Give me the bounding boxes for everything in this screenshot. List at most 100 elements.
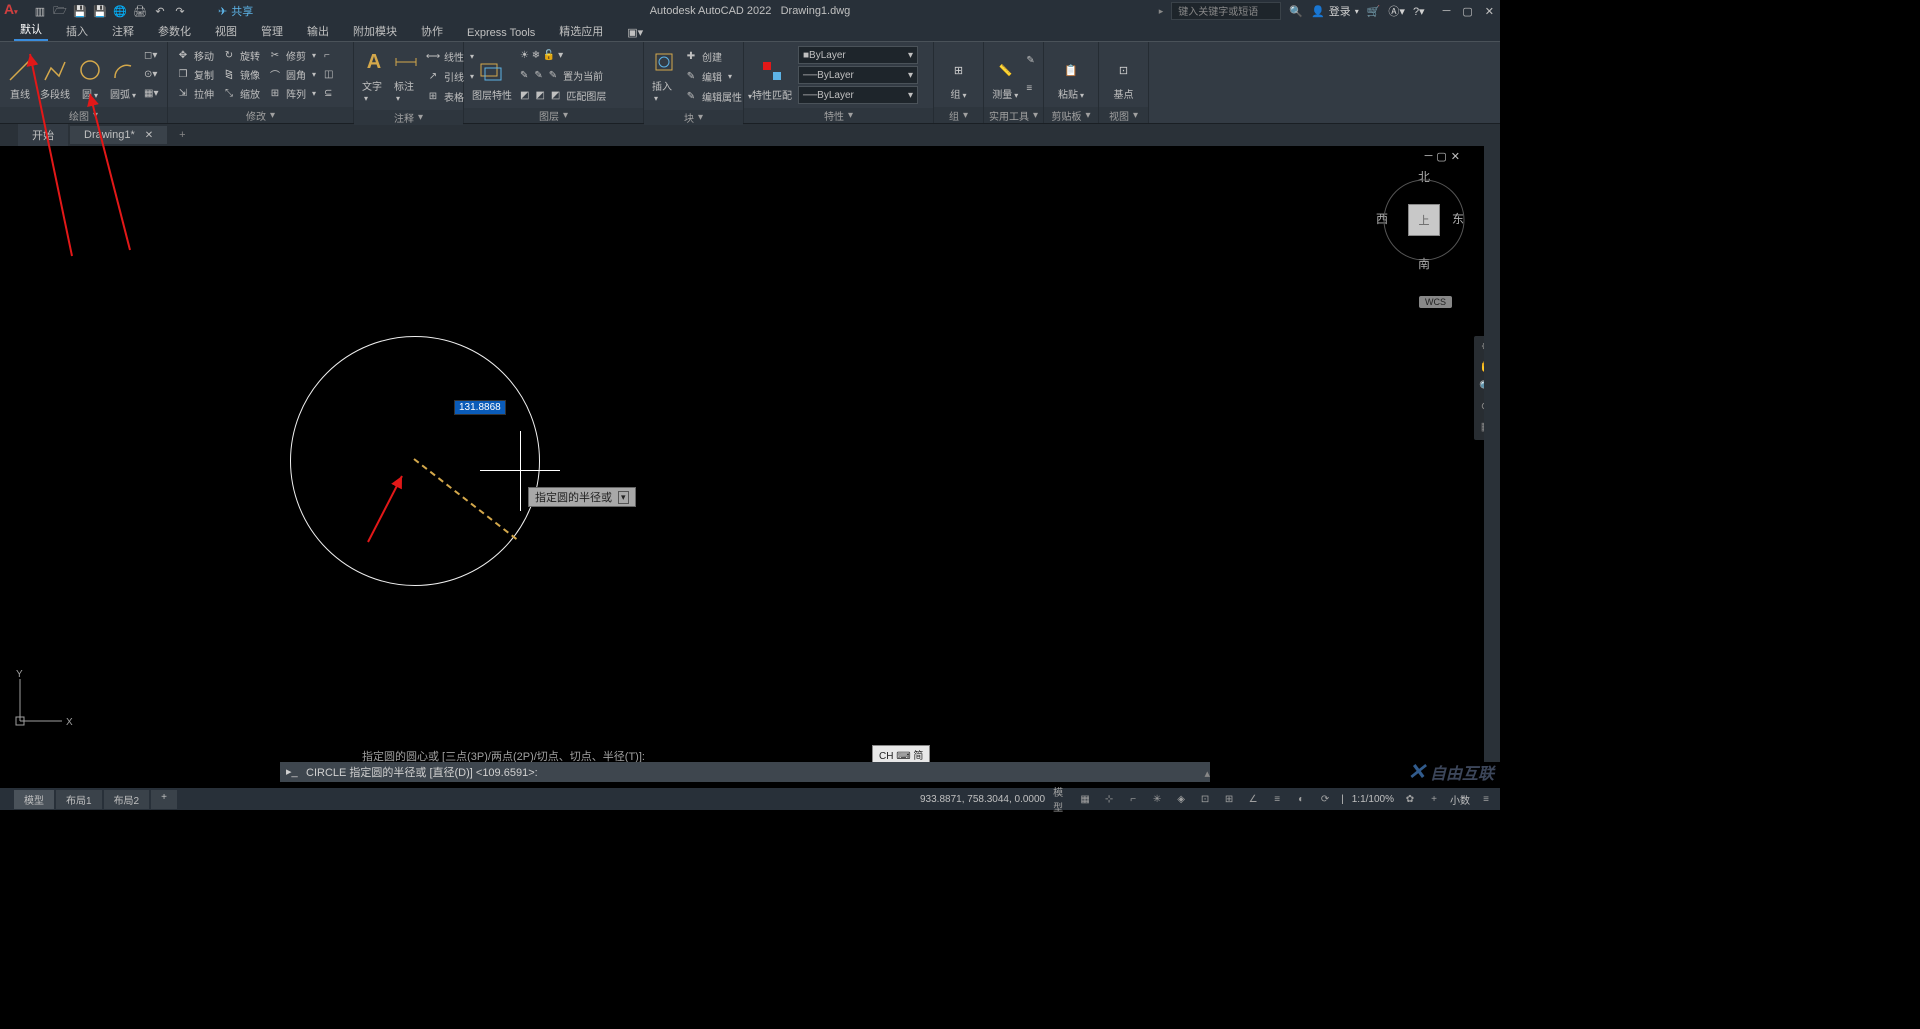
tool-small2[interactable]: ⊙▾: [142, 66, 160, 84]
mod-a[interactable]: ⌐: [322, 47, 335, 65]
layout1-tab[interactable]: 布局1: [56, 790, 102, 809]
tab-more[interactable]: ▣▾: [621, 24, 649, 41]
layer-props-button[interactable]: 图层特性: [470, 46, 514, 104]
paste-button[interactable]: 📋 粘贴: [1056, 46, 1086, 103]
panel-title-props[interactable]: 特性 ▾: [744, 108, 933, 123]
dynamic-input-value[interactable]: 131.8868: [454, 400, 506, 415]
layer-b2[interactable]: ◩: [533, 86, 546, 104]
group-button[interactable]: ⊞ 组: [945, 46, 973, 103]
command-line[interactable]: ▸_ CIRCLE 指定圆的半径或 [直径(D)] <109.6591>:: [280, 762, 1210, 782]
model-tab[interactable]: 模型: [14, 790, 54, 809]
measure-button[interactable]: 📏 测量: [990, 46, 1020, 103]
insert-button[interactable]: 插入: [650, 46, 678, 106]
tab-annotate[interactable]: 注释: [106, 21, 140, 41]
mod-b[interactable]: ◫: [322, 66, 335, 84]
tab-view[interactable]: 视图: [209, 21, 243, 41]
layer-t1[interactable]: ✎: [518, 66, 530, 84]
match-props-button[interactable]: 特性匹配: [750, 46, 794, 104]
tab-drawing1[interactable]: Drawing1* ✕: [70, 126, 167, 144]
sb-cycle-icon[interactable]: ⟳: [1317, 791, 1333, 807]
sb-3dosnap-icon[interactable]: ⊞: [1221, 791, 1237, 807]
polyline-button[interactable]: 多段线: [38, 46, 72, 103]
panel-title-clip[interactable]: 剪贴板 ▾: [1044, 107, 1098, 123]
circle-button[interactable]: 圆: [76, 46, 104, 103]
minimize-button[interactable]: ─: [1443, 5, 1451, 18]
new-icon[interactable]: ▥: [32, 3, 48, 19]
layer-b3[interactable]: ◩: [549, 86, 562, 104]
layer-t2[interactable]: ✎: [532, 66, 544, 84]
panel-title-draw[interactable]: 绘图 ▾: [0, 107, 167, 123]
trim-button[interactable]: ✂修剪: [266, 47, 318, 65]
base-button[interactable]: ⊡ 基点: [1110, 46, 1138, 103]
sb-scale[interactable]: 1:1/100%: [1352, 794, 1394, 805]
copy-button[interactable]: ❐复制: [174, 66, 216, 84]
sb-osnap-icon[interactable]: ⊡: [1197, 791, 1213, 807]
cmd-expand-icon[interactable]: ▴: [1204, 767, 1210, 780]
app-icon[interactable]: Ⓐ▾: [1388, 3, 1405, 19]
tab-express[interactable]: Express Tools: [461, 25, 541, 41]
sb-snap-icon[interactable]: ⊹: [1101, 791, 1117, 807]
sb-lwt-icon[interactable]: ≡: [1269, 791, 1285, 807]
sb-plus-icon[interactable]: +: [1426, 791, 1442, 807]
array-button[interactable]: ⊞阵列: [266, 85, 318, 103]
plot-icon[interactable]: 🖨: [132, 3, 148, 19]
sb-gear-icon[interactable]: ✿: [1402, 791, 1418, 807]
add-tab-button[interactable]: +: [169, 129, 195, 141]
viewcube-south[interactable]: 南: [1418, 255, 1430, 272]
viewcube-west[interactable]: 西: [1376, 210, 1388, 227]
share-button[interactable]: ✈ 共享: [218, 3, 253, 19]
layer-make-current[interactable]: 置为当前: [561, 66, 605, 84]
move-button[interactable]: ✥移动: [174, 47, 216, 65]
panel-title-modify[interactable]: 修改 ▾: [168, 107, 353, 123]
doc-close-button[interactable]: ✕: [1451, 150, 1460, 163]
sb-iso-icon[interactable]: ◈: [1173, 791, 1189, 807]
help-icon[interactable]: ?▾: [1413, 5, 1425, 18]
layer-match[interactable]: 匹配图层: [564, 86, 608, 104]
redo-icon[interactable]: ↷: [172, 3, 188, 19]
search-input[interactable]: 键入关键字或短语: [1171, 2, 1281, 20]
color-combo[interactable]: ■ ByLayer ▾: [798, 46, 918, 64]
sb-trans-icon[interactable]: ◐: [1293, 791, 1309, 807]
panel-title-group[interactable]: 组 ▾: [934, 107, 983, 123]
mirror-button[interactable]: ⧎镜像: [220, 66, 262, 84]
drawing-canvas[interactable]: ─ ▢ ✕ 北 南 西 东 上 WCS ☸ ✋ 🔍 ⟳ ▦ 131.8868 指…: [0, 146, 1500, 782]
cart-icon[interactable]: 🛒: [1367, 5, 1381, 18]
viewcube-east[interactable]: 东: [1452, 210, 1464, 227]
layout2-tab[interactable]: 布局2: [104, 790, 150, 809]
open-icon[interactable]: 🗁: [52, 3, 68, 19]
sb-polar-icon[interactable]: ✳: [1149, 791, 1165, 807]
panel-title-layer[interactable]: 图层 ▾: [464, 108, 643, 123]
layer-b1[interactable]: ◩: [518, 86, 531, 104]
tab-manage[interactable]: 管理: [255, 21, 289, 41]
sb-grid-icon[interactable]: ▦: [1077, 791, 1093, 807]
undo-icon[interactable]: ↶: [152, 3, 168, 19]
saveas-icon[interactable]: 💾: [92, 3, 108, 19]
tab-insert[interactable]: 插入: [60, 21, 94, 41]
panel-title-block[interactable]: 块 ▾: [644, 110, 743, 125]
web-icon[interactable]: 🌐: [112, 3, 128, 19]
sb-menu-icon[interactable]: ≡: [1478, 791, 1494, 807]
tab-output[interactable]: 输出: [301, 21, 335, 41]
panel-title-baseview[interactable]: 视图 ▾: [1099, 107, 1148, 123]
viewcube-north[interactable]: 北: [1418, 168, 1430, 185]
save-icon[interactable]: 💾: [72, 3, 88, 19]
panel-title-annot[interactable]: 注释 ▾: [354, 110, 463, 125]
close-tab-icon[interactable]: ✕: [145, 130, 153, 141]
tab-featured[interactable]: 精选应用: [553, 21, 609, 41]
app-logo-icon[interactable]: A▾: [4, 1, 24, 21]
rotate-button[interactable]: ↻旋转: [220, 47, 262, 65]
close-button[interactable]: ✕: [1485, 5, 1494, 18]
layer-row1[interactable]: ☀ ❄ 🔓 ▾: [518, 46, 608, 64]
wcs-badge[interactable]: WCS: [1419, 296, 1452, 308]
tab-parametric[interactable]: 参数化: [152, 21, 197, 41]
dim-button[interactable]: 标注: [392, 46, 420, 106]
viewcube[interactable]: 北 南 西 东 上: [1370, 166, 1470, 266]
tab-addons[interactable]: 附加模块: [347, 21, 403, 41]
doc-max-button[interactable]: ▢: [1436, 150, 1446, 163]
tab-default[interactable]: 默认: [14, 19, 48, 41]
maximize-button[interactable]: ▢: [1462, 5, 1472, 18]
tool-small1[interactable]: ◻▾: [142, 47, 160, 65]
login-button[interactable]: 👤 登录 ▾: [1311, 3, 1359, 19]
tab-collab[interactable]: 协作: [415, 21, 449, 41]
sb-decimal[interactable]: 小数: [1450, 792, 1470, 807]
